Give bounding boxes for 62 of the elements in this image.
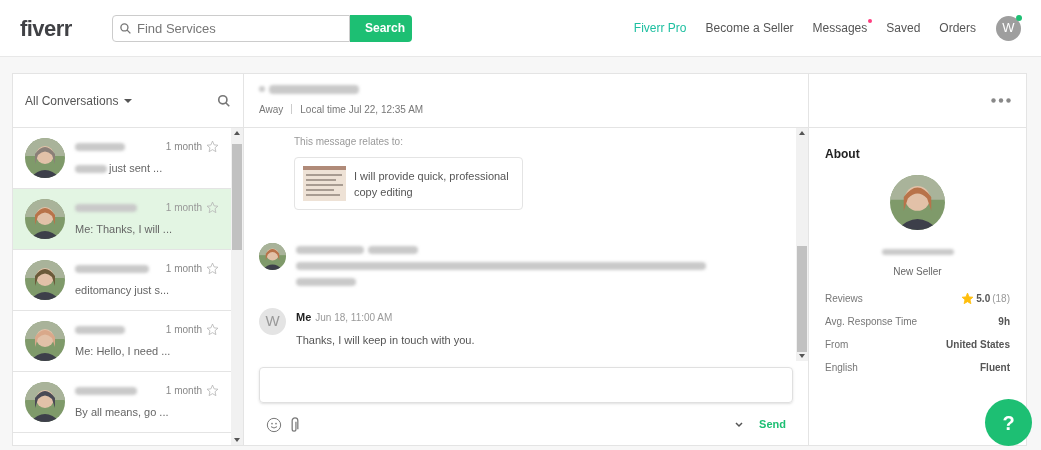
- star-icon: [961, 292, 975, 305]
- message-time: Jun 18, 11:00 AM: [315, 311, 393, 325]
- about-title: About: [825, 146, 861, 163]
- time-label: 1 month: [165, 323, 202, 338]
- relates-label: This message relates to:: [293, 135, 404, 149]
- review-count: (18): [992, 292, 1010, 306]
- message-preview: Me: Hello, I need ...: [75, 344, 171, 360]
- redacted-name: [75, 325, 125, 334]
- stat-value: 9h: [998, 315, 1010, 329]
- logo[interactable]: fiverr: [20, 11, 112, 45]
- sender-name: Me: [296, 310, 312, 325]
- redacted-name: [75, 203, 137, 212]
- time-label: 1 month: [165, 140, 202, 155]
- star-icon[interactable]: [206, 384, 219, 398]
- star-icon[interactable]: [206, 323, 219, 337]
- chevron-down-icon[interactable]: [735, 421, 744, 428]
- nav-link[interactable]: Orders: [939, 19, 976, 37]
- stat-value: United States: [946, 338, 1010, 352]
- time-label: 1 month: [165, 384, 202, 399]
- redacted-text: [368, 246, 418, 254]
- stat-label: From: [825, 338, 849, 352]
- gig-title: I will provide quick, professional copy editing: [354, 168, 510, 200]
- message-input[interactable]: [259, 367, 793, 403]
- more-icon[interactable]: [991, 98, 1011, 103]
- stat-label: Avg. Response Time: [825, 315, 918, 329]
- sender-avatar: W: [259, 308, 286, 335]
- message-preview: By all means, go ...: [75, 405, 169, 421]
- message-preview: editomancy just s...: [75, 283, 170, 299]
- star-icon[interactable]: [206, 201, 219, 215]
- search-icon: [119, 21, 132, 35]
- gig-card[interactable]: I will provide quick, professional copy editing: [294, 157, 523, 210]
- search-field[interactable]: Find Services: [112, 14, 350, 42]
- conversation-item[interactable]: 1 month Me: Thanks, I will ...: [13, 189, 231, 250]
- rating-value: 5.0: [976, 292, 991, 306]
- redacted-name: [75, 142, 125, 151]
- emoji-icon[interactable]: [266, 416, 282, 433]
- time-label: 1 month: [165, 201, 202, 216]
- nav-link[interactable]: Become a Seller: [705, 19, 794, 37]
- nav-link[interactable]: Messages: [812, 19, 868, 37]
- seller-level: New Seller: [893, 265, 942, 279]
- redacted-name: [296, 246, 364, 254]
- status-label: Away: [259, 102, 284, 117]
- redacted-name: [75, 386, 137, 395]
- scrollbar[interactable]: [796, 128, 808, 361]
- redacted-name: [75, 164, 107, 173]
- nav-link[interactable]: Saved: [886, 19, 921, 37]
- redacted-text: [296, 278, 356, 286]
- time-label: 1 month: [165, 262, 202, 277]
- star-icon[interactable]: [206, 262, 219, 276]
- scrollbar[interactable]: [231, 128, 243, 445]
- search-icon[interactable]: [217, 93, 231, 108]
- stat-label: Reviews: [825, 292, 863, 306]
- paperclip-icon[interactable]: [290, 416, 300, 433]
- stat-label: English: [825, 361, 858, 375]
- message-preview: Me: Thanks, I will ...: [75, 222, 172, 238]
- local-time: Local time Jul 22, 12:35 AM: [300, 102, 424, 117]
- star-icon[interactable]: [206, 140, 219, 154]
- message-preview: just sent ...: [109, 161, 163, 177]
- filter-dropdown[interactable]: All Conversations: [25, 91, 133, 110]
- message-text: Thanks, I will keep in touch with you.: [296, 332, 475, 348]
- stat-value: Fluent: [980, 361, 1010, 375]
- redacted-icon: [259, 86, 265, 92]
